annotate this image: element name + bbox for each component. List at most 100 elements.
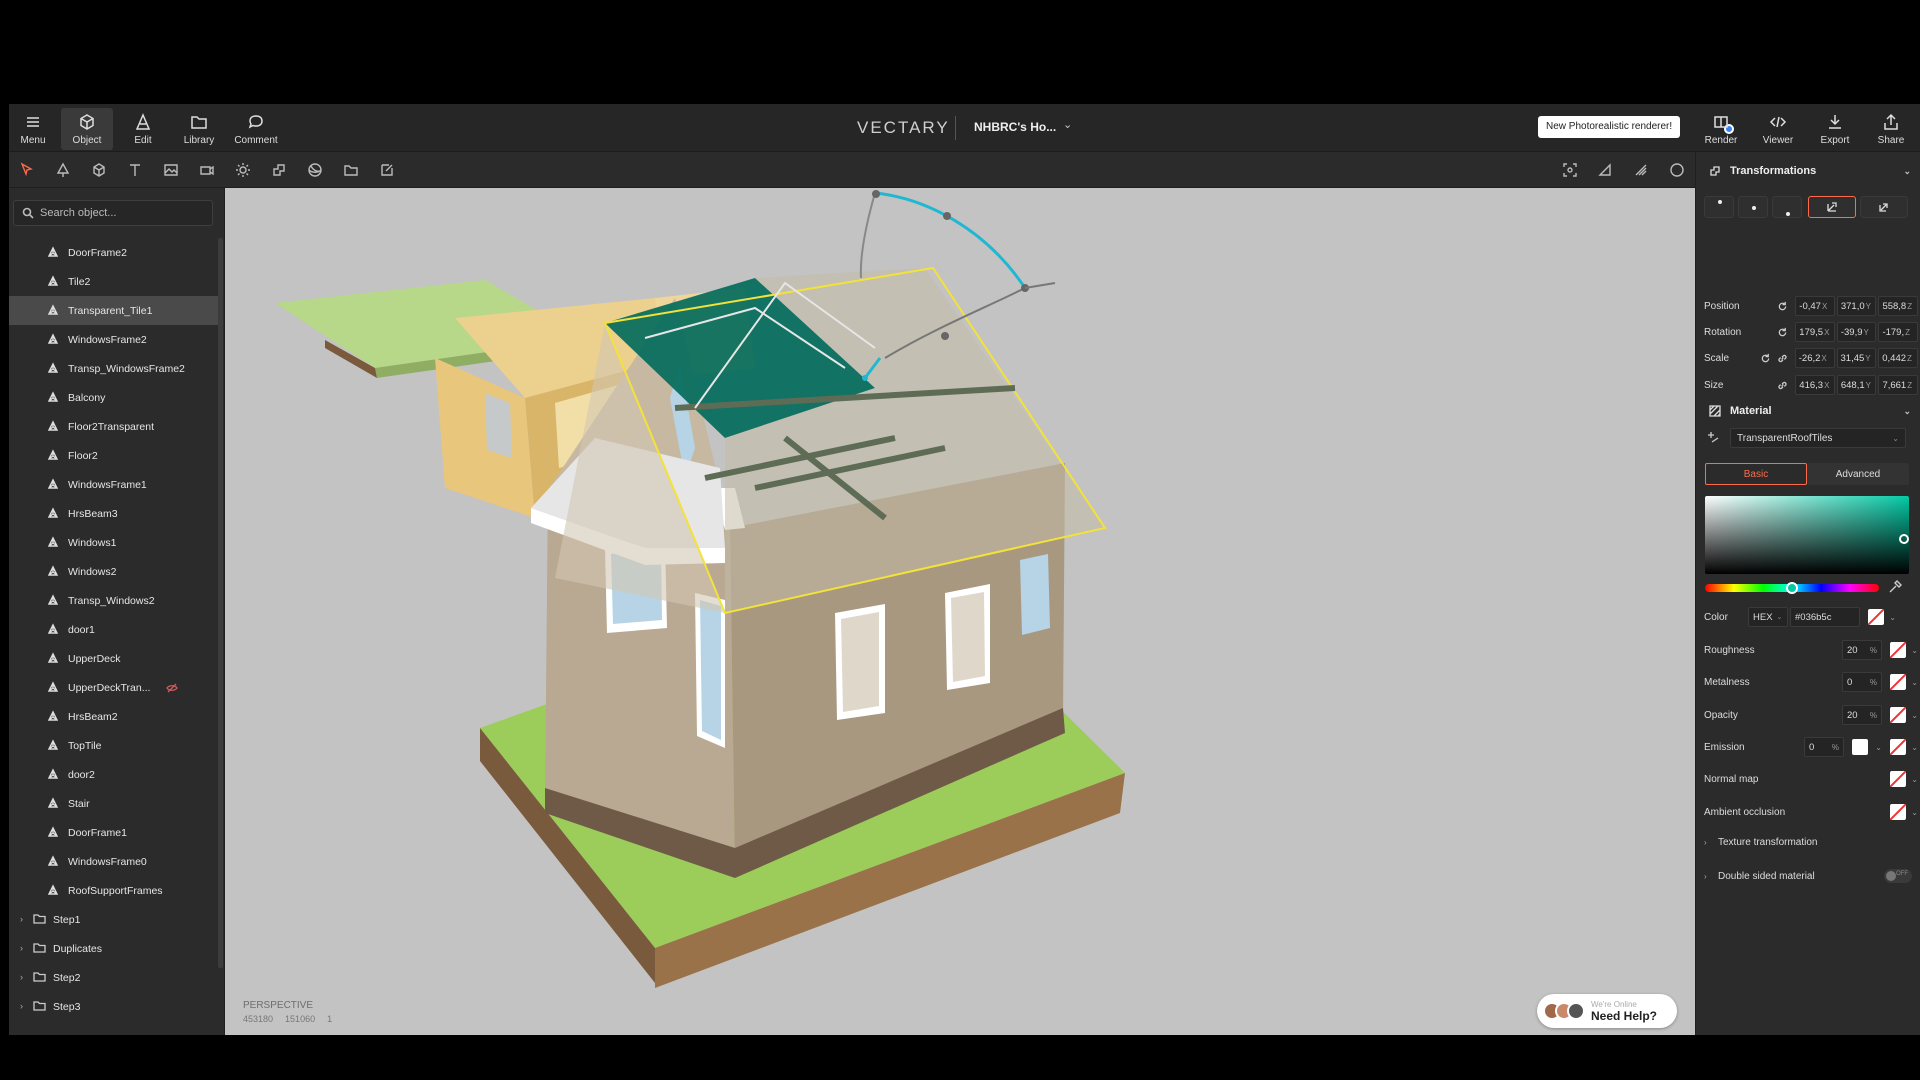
- tree-item[interactable]: Transparent_Tile1: [9, 296, 219, 325]
- eye-hidden-icon[interactable]: [166, 682, 178, 694]
- tree-item[interactable]: Transp_Windows2: [9, 586, 219, 615]
- transformations-header[interactable]: Transformations ⌄: [1696, 156, 1920, 186]
- metalness-input[interactable]: 0%: [1842, 672, 1882, 692]
- viewer-button[interactable]: Viewer: [1752, 108, 1804, 150]
- tab-basic[interactable]: Basic: [1705, 463, 1807, 485]
- share-button[interactable]: Share: [1865, 108, 1917, 150]
- wireframe-tool[interactable]: [1667, 160, 1687, 180]
- box-tool[interactable]: [89, 160, 109, 180]
- search-box[interactable]: [13, 200, 213, 226]
- chevron-right-icon[interactable]: ›: [20, 943, 23, 953]
- color-picker-area[interactable]: [1705, 496, 1909, 574]
- select-tool[interactable]: [17, 160, 37, 180]
- transform-value-input[interactable]: 648,1 Y: [1836, 375, 1877, 395]
- normal-map-slot[interactable]: [1890, 771, 1906, 787]
- outliner-scrollbar[interactable]: [218, 238, 223, 968]
- tree-item[interactable]: WindowsFrame0: [9, 847, 219, 876]
- reset-icon[interactable]: [1776, 299, 1789, 313]
- transform-value-input[interactable]: 0,442 Z: [1878, 348, 1918, 368]
- tree-item[interactable]: Balcony: [9, 383, 219, 412]
- transform-value-input[interactable]: 179,5 X: [1795, 322, 1835, 342]
- chevron-down-icon[interactable]: ⌄: [1906, 646, 1918, 655]
- material-header[interactable]: Material ⌄: [1696, 396, 1920, 426]
- search-input[interactable]: [40, 207, 210, 219]
- opacity-map-slot[interactable]: [1890, 707, 1906, 723]
- pivot-center-button[interactable]: [1738, 196, 1768, 218]
- tree-folder[interactable]: › Step2: [9, 963, 219, 992]
- tree-item[interactable]: Floor2: [9, 441, 219, 470]
- link-icon[interactable]: [1776, 378, 1789, 392]
- hue-slider[interactable]: [1705, 582, 1879, 594]
- render-button[interactable]: Render: [1695, 108, 1747, 150]
- camera-tool[interactable]: [197, 160, 217, 180]
- tree-item[interactable]: HrsBeam2: [9, 702, 219, 731]
- emission-input[interactable]: 0%: [1804, 737, 1844, 757]
- chevron-down-icon[interactable]: ⌄: [1884, 613, 1896, 622]
- light-tool[interactable]: [233, 160, 253, 180]
- material-preview-tool[interactable]: [1595, 160, 1615, 180]
- color-picker-handle[interactable]: [1899, 534, 1909, 544]
- need-help-widget[interactable]: We're Online Need Help?: [1537, 994, 1677, 1028]
- texture-transformation-row[interactable]: › Texture transformation: [1704, 832, 1918, 852]
- chevron-right-icon[interactable]: ›: [20, 972, 23, 982]
- emission-map-slot[interactable]: [1890, 739, 1906, 755]
- transform-value-input[interactable]: -39,9 Y: [1836, 322, 1877, 342]
- tree-item[interactable]: UpperDeck: [9, 644, 219, 673]
- object-mode-button[interactable]: Object: [61, 108, 113, 150]
- transform-tool[interactable]: [269, 160, 289, 180]
- pen-tool[interactable]: [53, 160, 73, 180]
- tree-item[interactable]: RoofSupportFrames: [9, 876, 219, 905]
- scene-render[interactable]: [225, 188, 1695, 1035]
- text-tool[interactable]: [125, 160, 145, 180]
- tree-item[interactable]: Stair: [9, 789, 219, 818]
- tab-advanced[interactable]: Advanced: [1807, 463, 1909, 485]
- menu-button[interactable]: Menu: [9, 108, 59, 150]
- chevron-down-icon[interactable]: ⌄: [1906, 711, 1918, 720]
- 3d-viewport[interactable]: PERSPECTIVE 453180 151060 1 We're Online…: [225, 188, 1695, 1035]
- tree-folder[interactable]: › Duplicates: [9, 934, 219, 963]
- tree-item[interactable]: Transp_WindowsFrame2: [9, 354, 219, 383]
- hue-slider-handle[interactable]: [1786, 582, 1798, 594]
- tree-item[interactable]: Windows1: [9, 528, 219, 557]
- tree-item[interactable]: TopTile: [9, 731, 219, 760]
- double-sided-row[interactable]: › Double sided material OFF: [1704, 866, 1918, 886]
- library-button[interactable]: Library: [173, 108, 225, 150]
- transform-value-input[interactable]: -0,47 X: [1795, 296, 1835, 316]
- tree-item[interactable]: WindowsFrame1: [9, 470, 219, 499]
- transform-value-input[interactable]: 558,8 Z: [1878, 296, 1919, 316]
- double-sided-toggle[interactable]: OFF: [1884, 869, 1912, 883]
- tree-item[interactable]: Windows2: [9, 557, 219, 586]
- eyedropper-button[interactable]: [1888, 580, 1904, 596]
- tree-item[interactable]: Tile2: [9, 267, 219, 296]
- chevron-down-icon[interactable]: ⌄: [1903, 406, 1911, 417]
- transform-value-input[interactable]: 416,3 X: [1795, 375, 1835, 395]
- tree-item[interactable]: UpperDeckTran...: [9, 673, 219, 702]
- link-icon[interactable]: [1776, 351, 1789, 365]
- transform-value-input[interactable]: -179, Z: [1878, 322, 1919, 342]
- transform-value-input[interactable]: 31,45 Y: [1836, 348, 1877, 368]
- roughness-input[interactable]: 20%: [1842, 640, 1882, 660]
- chevron-down-icon[interactable]: ⌄: [1906, 775, 1918, 784]
- opacity-input[interactable]: 20%: [1842, 705, 1882, 725]
- add-material-button[interactable]: [1706, 430, 1722, 446]
- tree-item[interactable]: DoorFrame1: [9, 818, 219, 847]
- image-tool[interactable]: [161, 160, 181, 180]
- new-renderer-tooltip[interactable]: New Photorealistic renderer!: [1538, 116, 1681, 138]
- chevron-down-icon[interactable]: ⌄: [1063, 118, 1072, 131]
- emission-color-swatch[interactable]: [1852, 739, 1868, 755]
- edit-mode-button[interactable]: Edit: [117, 108, 169, 150]
- color-map-slot[interactable]: [1868, 609, 1884, 625]
- chevron-right-icon[interactable]: ›: [20, 914, 23, 924]
- color-format-select[interactable]: HEX ⌄: [1748, 607, 1788, 627]
- chevron-down-icon[interactable]: ⌄: [1906, 678, 1918, 687]
- reset-icon[interactable]: [1758, 351, 1771, 365]
- focus-tool[interactable]: [1560, 160, 1580, 180]
- local-space-button[interactable]: [1808, 196, 1856, 218]
- transform-value-input[interactable]: -26,2 X: [1794, 348, 1835, 368]
- chevron-down-icon[interactable]: ⌄: [1870, 743, 1882, 752]
- group-tool[interactable]: [341, 160, 361, 180]
- transform-value-input[interactable]: 371,0 Y: [1836, 296, 1877, 316]
- tree-item[interactable]: WindowsFrame2: [9, 325, 219, 354]
- tree-item[interactable]: DoorFrame2: [9, 238, 219, 267]
- world-space-button[interactable]: [1860, 196, 1908, 218]
